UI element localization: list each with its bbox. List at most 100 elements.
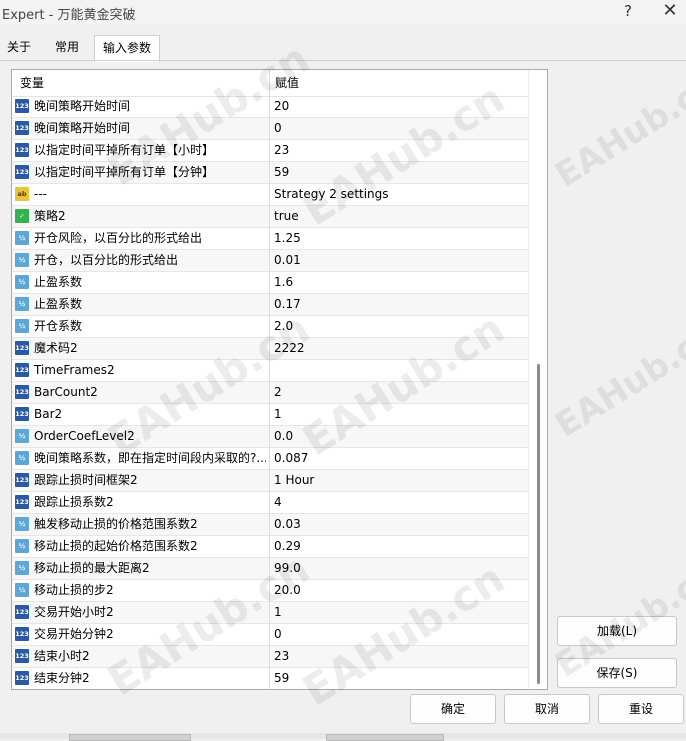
parameter-value[interactable]: 1 (274, 602, 282, 622)
dbl-type-icon: ½ (15, 517, 29, 531)
dbl-type-icon: ½ (15, 253, 29, 267)
table-row[interactable]: 123 晚间策略开始时间 20 (12, 96, 528, 118)
parameter-name: 晚间策略开始时间 (34, 99, 131, 113)
table-row[interactable]: ✓ 策略2 true (12, 206, 528, 228)
dbl-type-icon: ½ (15, 561, 29, 575)
table-row[interactable]: ½ 开仓系数 2.0 (12, 316, 528, 338)
table-row[interactable]: ½ 晚间策略系数，即在指定时间段内采取的?... 0.087 (12, 448, 528, 470)
table-row[interactable]: 123 跟踪止损时间框架2 1 Hour (12, 470, 528, 492)
parameter-value[interactable]: 0 (274, 118, 282, 138)
save-button[interactable]: 保存(S) (557, 658, 677, 688)
parameter-value[interactable]: 23 (274, 140, 289, 160)
table-row[interactable]: 123 以指定时间平掉所有订单【小时】 23 (12, 140, 528, 162)
close-button[interactable]: ✕ (660, 0, 680, 21)
parameter-value[interactable]: 2 (274, 382, 282, 402)
cancel-button[interactable]: 取消 (504, 694, 590, 724)
table-row[interactable]: ½ 止盈系数 0.17 (12, 294, 528, 316)
table-row[interactable]: ½ 开仓风险，以百分比的形式给出 1.25 (12, 228, 528, 250)
parameter-value[interactable]: Strategy 2 settings (274, 184, 389, 204)
table-header: 变量 赋值 (12, 70, 528, 97)
parameter-name: Bar2 (34, 407, 63, 421)
dbl-type-icon: ½ (15, 429, 29, 443)
table-row[interactable]: ½ OrderCoefLevel2 0.0 (12, 426, 528, 448)
parameter-name: 策略2 (34, 209, 66, 223)
column-header-variable[interactable]: 变量 (20, 70, 44, 96)
dbl-type-icon: ½ (15, 583, 29, 597)
parameter-value[interactable]: 0.29 (274, 536, 301, 556)
table-row[interactable]: ½ 触发移动止损的价格范围系数2 0.03 (12, 514, 528, 536)
int-type-icon: 123 (15, 671, 29, 685)
parameter-value[interactable]: 59 (274, 668, 289, 688)
table-row[interactable]: ½ 开仓，以百分比的形式给出 0.01 (12, 250, 528, 272)
parameter-value[interactable]: 59 (274, 162, 289, 182)
parameter-name: 开仓风险，以百分比的形式给出 (34, 231, 203, 245)
table-row[interactable]: 123 交易开始小时2 1 (12, 602, 528, 624)
table-row[interactable]: 123 TimeFrames2 (12, 360, 528, 382)
parameter-value[interactable]: 1 Hour (274, 470, 314, 490)
window-title: Expert - 万能黄金突破 (2, 8, 136, 23)
tab-divider (0, 60, 686, 61)
parameter-name: 交易开始小时2 (34, 605, 114, 619)
parameter-name: BarCount2 (34, 385, 98, 399)
table-row[interactable]: 123 结束分钟2 59 (12, 668, 528, 689)
table-row[interactable]: 123 以指定时间平掉所有订单【分钟】 59 (12, 162, 528, 184)
parameter-value[interactable]: 4 (274, 492, 282, 512)
parameter-name: 结束分钟2 (34, 671, 90, 685)
parameter-name: 触发移动止损的价格范围系数2 (34, 517, 198, 531)
parameter-value[interactable]: 0.0 (274, 426, 293, 446)
parameter-name: 晚间策略开始时间 (34, 121, 131, 135)
dbl-type-icon: ½ (15, 539, 29, 553)
table-row[interactable]: ½ 止盈系数 1.6 (12, 272, 528, 294)
parameter-name: 止盈系数 (34, 275, 83, 289)
column-header-value[interactable]: 赋值 (275, 70, 299, 96)
parameter-value[interactable]: 0.17 (274, 294, 301, 314)
watermark: EAHub.cn (548, 314, 686, 446)
parameter-name: OrderCoefLevel2 (34, 429, 135, 443)
table-row[interactable]: ab --- Strategy 2 settings (12, 184, 528, 206)
int-type-icon: 123 (15, 627, 29, 641)
parameter-name: 开仓系数 (34, 319, 83, 333)
parameter-value[interactable]: 99.0 (274, 558, 301, 578)
dbl-type-icon: ½ (15, 231, 29, 245)
parameter-value[interactable]: 0.01 (274, 250, 301, 270)
tab-bar: 关于 常用 输入参数 (0, 35, 686, 62)
parameter-value[interactable]: 1 (274, 404, 282, 424)
help-button[interactable]: ? (620, 2, 636, 20)
tab-about[interactable]: 关于 (0, 35, 38, 60)
parameter-value[interactable]: 0.087 (274, 448, 308, 468)
parameter-value[interactable]: 2.0 (274, 316, 293, 336)
table-row[interactable]: ½ 移动止损的起始价格范围系数2 0.29 (12, 536, 528, 558)
tab-inputs[interactable]: 输入参数 (94, 35, 160, 62)
parameter-value[interactable]: 1.25 (274, 228, 301, 248)
table-row[interactable]: 123 结束小时2 23 (12, 646, 528, 668)
ok-button[interactable]: 确定 (410, 694, 496, 724)
parameter-name: 跟踪止损系数2 (34, 495, 114, 509)
tab-common[interactable]: 常用 (48, 35, 86, 60)
table-row[interactable]: 123 Bar2 1 (12, 404, 528, 426)
parameter-value[interactable]: 20 (274, 96, 289, 116)
reset-button[interactable]: 重设 (598, 694, 684, 724)
vertical-scrollbar[interactable] (528, 70, 547, 689)
table-row[interactable]: 123 晚间策略开始时间 0 (12, 118, 528, 140)
parameter-name: 魔术码2 (34, 341, 78, 355)
parameter-value[interactable]: 0.03 (274, 514, 301, 534)
table-row[interactable]: 123 BarCount2 2 (12, 382, 528, 404)
load-button[interactable]: 加载(L) (557, 616, 677, 646)
parameter-value[interactable]: true (274, 206, 299, 226)
parameter-name: 交易开始分钟2 (34, 627, 114, 641)
scrollbar-thumb[interactable] (537, 364, 540, 684)
dbl-type-icon: ½ (15, 275, 29, 289)
table-row[interactable]: 123 跟踪止损系数2 4 (12, 492, 528, 514)
parameter-value[interactable]: 2222 (274, 338, 305, 358)
table-row[interactable]: 123 魔术码2 2222 (12, 338, 528, 360)
parameter-name: 晚间策略系数，即在指定时间段内采取的?... (34, 451, 266, 465)
parameter-name: 以指定时间平掉所有订单【小时】 (34, 143, 215, 157)
parameter-value[interactable]: 23 (274, 646, 289, 666)
parameter-value[interactable]: 20.0 (274, 580, 301, 600)
table-row[interactable]: ½ 移动止损的最大距离2 99.0 (12, 558, 528, 580)
parameter-value[interactable]: 0 (274, 624, 282, 644)
table-row[interactable]: ½ 移动止损的步2 20.0 (12, 580, 528, 602)
status-strip (0, 733, 686, 741)
table-row[interactable]: 123 交易开始分钟2 0 (12, 624, 528, 646)
parameter-value[interactable]: 1.6 (274, 272, 293, 292)
